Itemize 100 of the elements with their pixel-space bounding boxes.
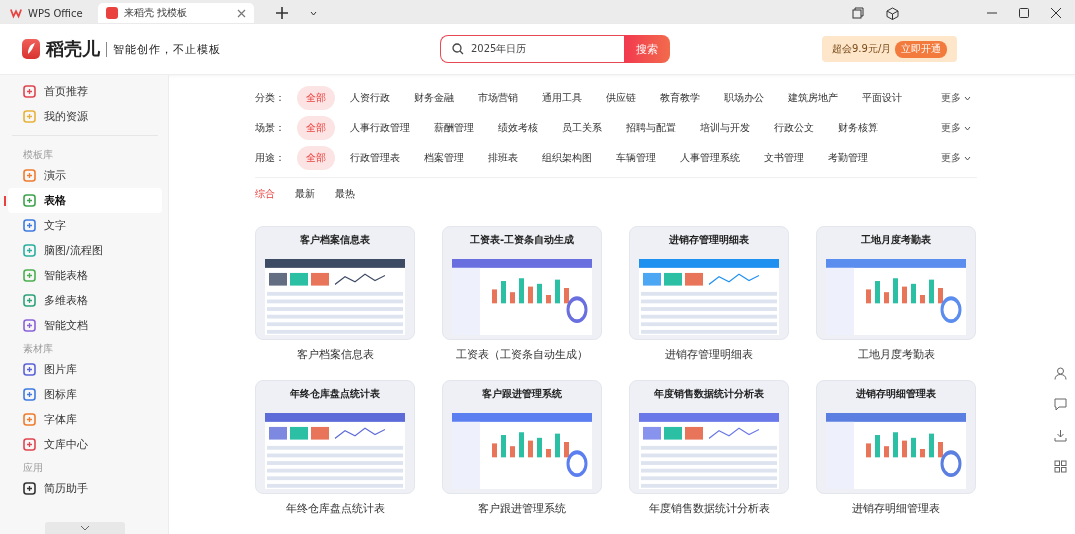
window-icon[interactable] [852, 7, 864, 19]
category-icon [23, 219, 36, 232]
template-thumbnail[interactable]: 年终仓库盘点统计表 [255, 380, 415, 494]
filter-chip[interactable]: 建筑房地产 [779, 86, 847, 110]
template-title[interactable]: 工地月度考勤表 [857, 340, 935, 372]
filter-label: 用途： [255, 151, 286, 165]
cube-icon[interactable] [886, 6, 899, 20]
filter-chip[interactable]: 排班表 [479, 146, 527, 170]
promo-banner[interactable]: 超会9.9元/月 立即开通 [822, 36, 958, 62]
more-button[interactable]: 更多 [934, 150, 977, 166]
filter-chip[interactable]: 人事行政管理 [341, 116, 419, 140]
sidebar-item[interactable]: 多维表格 [8, 288, 162, 313]
filter-chip[interactable]: 组织架构图 [533, 146, 601, 170]
thumbnail-title: 工资表-工资条自动生成 [469, 233, 575, 247]
search-button[interactable]: 搜索 [624, 35, 670, 63]
filter-chip[interactable]: 薪酬管理 [425, 116, 483, 140]
sidebar-item[interactable]: 简历助手 [8, 476, 162, 501]
template-title[interactable]: 工资表（工资条自动生成） [456, 340, 588, 372]
filter-chip[interactable]: 人事管理系统 [671, 146, 749, 170]
template-thumbnail[interactable]: 工资表-工资条自动生成 [442, 226, 602, 340]
filter-chip[interactable]: 人资行政 [341, 86, 399, 110]
filter-chip[interactable]: 考勤管理 [819, 146, 877, 170]
filter-chip[interactable]: 文书管理 [755, 146, 813, 170]
chevron-down-icon [964, 126, 971, 131]
thumbnail-title: 进销存管理明细表 [669, 233, 749, 247]
sidebar-item[interactable]: 首页推荐 [8, 79, 162, 104]
template-title[interactable]: 年终仓库盘点统计表 [285, 494, 385, 526]
sidebar-item[interactable]: 文字 [8, 213, 162, 238]
filter-chip[interactable]: 行政管理表 [341, 146, 409, 170]
chat-icon[interactable] [1054, 398, 1067, 411]
template-thumbnail[interactable]: 年度销售数据统计分析表 [629, 380, 789, 494]
filter-chip[interactable]: 职场办公 [715, 86, 773, 110]
sort-tab[interactable]: 最新 [295, 187, 315, 201]
section-heading: 素材库 [22, 342, 54, 356]
template-title[interactable]: 年度销售数据统计分析表 [648, 494, 770, 526]
chevron-down-icon [80, 525, 90, 531]
template-thumbnail[interactable]: 工地月度考勤表 [816, 226, 976, 340]
category-icon [23, 438, 36, 451]
browser-tab[interactable]: 来稻壳 找模板 [98, 3, 254, 23]
filter-chip[interactable]: 车辆管理 [607, 146, 665, 170]
category-icon [23, 244, 36, 257]
more-button[interactable]: 更多 [934, 90, 977, 106]
sidebar-item[interactable]: 智能表格 [8, 263, 162, 288]
template-title[interactable]: 进销存管理明细表 [665, 340, 753, 372]
template-thumbnail[interactable]: 客户档案信息表 [255, 226, 415, 340]
grid-icon[interactable] [1054, 460, 1067, 473]
filter-chip[interactable]: 行政公文 [765, 116, 823, 140]
filter-chip[interactable]: 培训与开发 [691, 116, 759, 140]
sidebar-item[interactable]: 字体库 [8, 407, 162, 432]
promo-text: 超会9.9元/月 [832, 42, 892, 56]
template-thumbnail[interactable]: 进销存明细管理表 [816, 380, 976, 494]
browser-tab[interactable]: WPS Office [2, 3, 88, 23]
sidebar-item[interactable]: 演示 [8, 163, 162, 188]
category-icon [23, 363, 36, 376]
download-icon[interactable] [1054, 429, 1067, 442]
filter-chip[interactable]: 通用工具 [533, 86, 591, 110]
filter-chip[interactable]: 教育教学 [651, 86, 709, 110]
template-thumbnail[interactable]: 进销存管理明细表 [629, 226, 789, 340]
filter-chip[interactable]: 平面设计 [853, 86, 911, 110]
sidebar-item[interactable]: 我的资源 [8, 104, 162, 129]
filter-chip[interactable]: 财务金融 [405, 86, 463, 110]
filter-chip[interactable]: 员工关系 [553, 116, 611, 140]
category-icon [23, 194, 36, 207]
filter-chip[interactable]: 财务核算 [829, 116, 887, 140]
sidebar-item[interactable]: 智能文档 [8, 313, 162, 338]
sidebar-item[interactable]: 图片库 [8, 357, 162, 382]
wps-logo-icon [10, 7, 22, 19]
sort-tab[interactable]: 综合 [255, 187, 275, 201]
sort-tab[interactable]: 最热 [335, 187, 355, 201]
thumbnail-title: 进销存明细管理表 [856, 387, 936, 401]
section-heading: 应用 [22, 461, 44, 475]
template-thumbnail[interactable]: 客户跟进管理系统 [442, 380, 602, 494]
sidebar-item[interactable]: 脑图/流程图 [8, 238, 162, 263]
template-title[interactable]: 客户跟进管理系统 [478, 494, 566, 526]
close-icon[interactable] [1051, 8, 1061, 18]
template-title[interactable]: 进销存明细管理表 [852, 494, 940, 526]
more-button[interactable]: 更多 [934, 120, 977, 136]
filter-chip[interactable]: 档案管理 [415, 146, 473, 170]
chevron-down-icon [964, 96, 971, 101]
category-icon [23, 482, 36, 495]
filter-chip[interactable]: 市场营销 [469, 86, 527, 110]
add-tab-icon[interactable] [276, 7, 288, 19]
section-heading: 模板库 [22, 148, 54, 162]
filter-chip[interactable]: 招聘与配置 [617, 116, 685, 140]
search-icon [452, 43, 464, 55]
filter-chip[interactable]: 绩效考核 [489, 116, 547, 140]
filter-chip[interactable]: 供应链 [597, 86, 645, 110]
sidebar-item[interactable]: 文库中心 [8, 432, 162, 457]
filter-label: 场景： [255, 121, 286, 135]
user-icon[interactable] [1054, 367, 1067, 380]
thumbnail-title: 客户档案信息表 [300, 233, 370, 247]
maximize-icon[interactable] [1019, 8, 1029, 18]
template-title[interactable]: 客户档案信息表 [296, 340, 374, 372]
sidebar-item[interactable]: 图标库 [8, 382, 162, 407]
dropdown-icon[interactable] [310, 10, 317, 16]
search-field[interactable]: 2025年日历 [440, 35, 624, 63]
thumbnail-title: 客户跟进管理系统 [482, 387, 562, 401]
category-icon [23, 388, 36, 401]
category-icon [23, 319, 36, 332]
category-icon [23, 85, 36, 98]
